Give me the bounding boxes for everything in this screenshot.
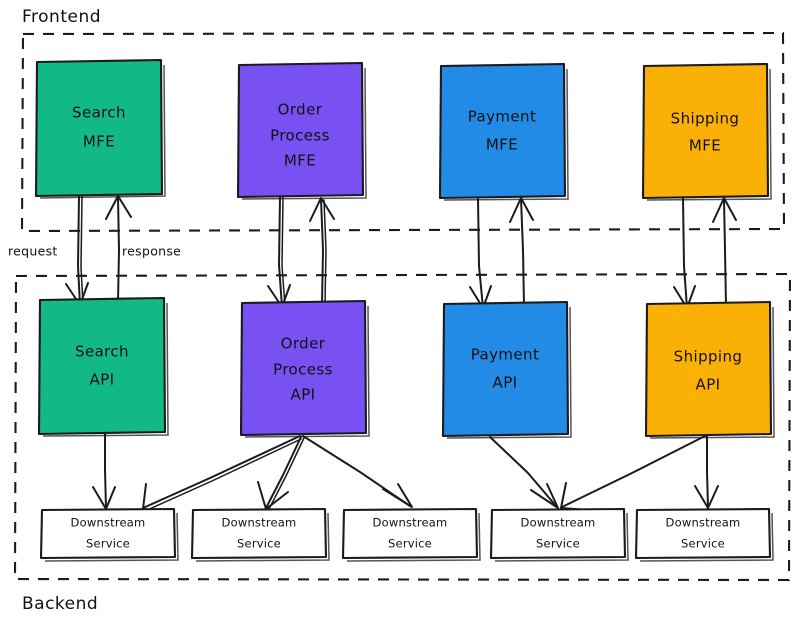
node-order-process-mfe[interactable]: Order Process MFE [236,61,367,200]
shipping-mfe-box[interactable] [641,62,770,200]
node-search-mfe[interactable]: Search MFE [34,58,166,199]
order-process-api-label-line2: Process [273,361,333,379]
payment-mfe-label-line1: Payment [468,108,536,126]
node-ds-3[interactable]: Downstream Service [341,507,481,562]
node-ds-5[interactable]: Downstream Service [634,507,774,562]
search-api-label-line2: API [90,371,115,389]
api-node-group: Search API Order Process API Payment API… [37,296,775,439]
ds-3-label-line1: Downstream [373,516,448,530]
node-ds-1[interactable]: Downstream Service [39,507,179,562]
ds-5-label-line2: Service [681,537,725,551]
shipping-api-box[interactable] [644,300,773,438]
node-order-process-api[interactable]: Order Process API [239,299,370,438]
order-process-mfe-label-line1: Order [278,101,323,119]
search-mfe-label-line1: Search [72,104,126,122]
node-ds-4[interactable]: Downstream Service [489,507,629,562]
connection-payment-api-to-payment-mfe [509,197,534,306]
ds-3-label-line2: Service [388,537,432,551]
node-shipping-mfe[interactable]: Shipping MFE [641,62,772,201]
diagram-canvas: Frontend Backend request response Search… [0,0,805,629]
payment-mfe-label-line2: MFE [486,136,518,154]
ds-1-label-line1: Downstream [71,516,146,530]
api-downstream-connections [92,433,719,513]
search-mfe-label-line2: MFE [83,133,115,151]
node-search-api[interactable]: Search API [37,296,169,437]
shipping-api-label-line2: API [696,376,721,394]
downstream-node-group: Downstream Service Downstream Service Do… [39,507,774,562]
ds-5-label-line1: Downstream [666,516,741,530]
order-process-mfe-label-line3: MFE [284,152,316,170]
edge-labels: request response [8,244,181,259]
connection-search-mfe-to-search-api [65,195,89,306]
connection-search-api-to-ds-1 [92,433,116,510]
shipping-mfe-label-line2: MFE [689,137,721,155]
connection-order-process-mfe-to-order-process-api [267,196,291,308]
mfe-node-group: Search MFE Order Process MFE Payment MFE… [34,58,772,201]
search-api-box[interactable] [37,296,167,436]
order-process-api-label-line3: API [291,386,316,404]
connection-payment-mfe-to-payment-api [469,197,492,309]
architecture-diagram: Frontend Backend request response Search… [8,7,792,614]
connection-order-process-api-to-order-process-mfe [309,197,335,305]
frontend-group-label: Frontend [22,7,101,27]
search-mfe-box[interactable] [34,58,164,198]
connection-payment-api-to-ds-4 [489,436,559,509]
response-edge-label: response [122,244,181,259]
payment-api-label-line1: Payment [471,346,539,364]
ds-4-label-line1: Downstream [521,516,596,530]
connection-shipping-api-to-shipping-mfe [712,197,737,306]
connection-shipping-api-to-ds-5 [694,434,719,509]
connection-shipping-api-to-ds-4 [560,435,706,511]
node-shipping-api[interactable]: Shipping API [644,300,775,439]
backend-group-label: Backend [22,594,98,614]
connection-order-process-api-to-ds-3 [302,435,413,508]
connection-shipping-mfe-to-shipping-api [673,197,696,309]
node-payment-mfe[interactable]: Payment MFE [438,62,569,201]
payment-mfe-box[interactable] [438,62,567,200]
node-payment-api[interactable]: Payment API [441,300,572,439]
payment-api-label-line2: API [493,374,518,392]
shipping-mfe-label-line1: Shipping [671,110,740,128]
ds-2-label-line1: Downstream [222,516,297,530]
node-ds-2[interactable]: Downstream Service [190,507,330,562]
ds-2-label-line2: Service [237,537,281,551]
ds-1-label-line2: Service [86,537,130,551]
ds-4-label-line2: Service [536,537,580,551]
order-process-mfe-label-line2: Process [270,127,330,145]
search-api-label-line1: Search [75,343,129,361]
order-process-api-label-line1: Order [281,335,326,353]
payment-api-box[interactable] [441,300,570,438]
shipping-api-label-line1: Shipping [674,348,743,366]
request-edge-label: request [8,244,58,259]
